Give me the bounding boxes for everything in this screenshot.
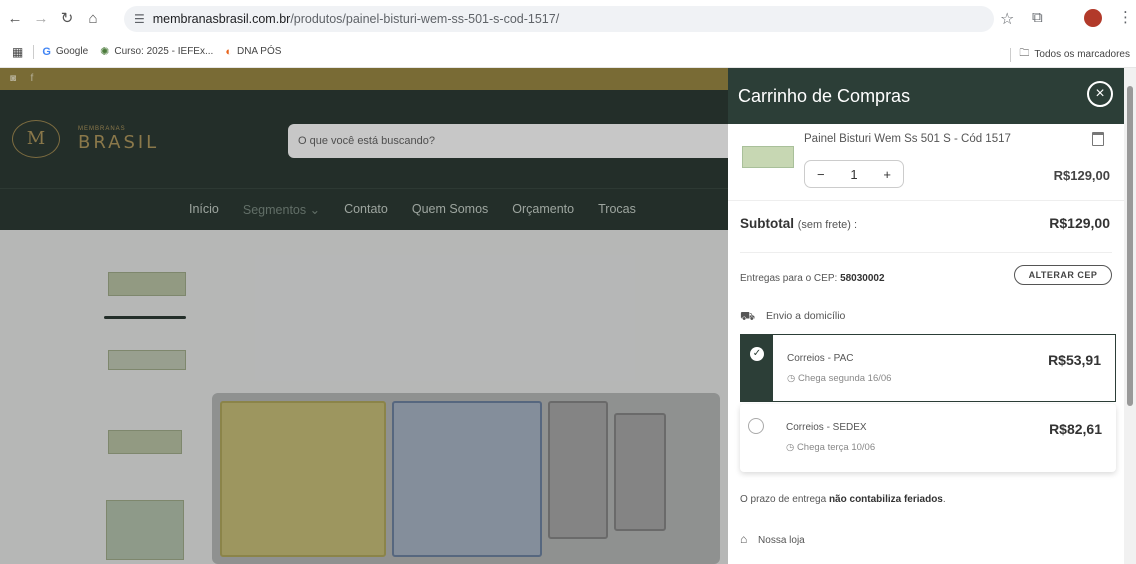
profile-avatar[interactable] <box>1084 9 1102 27</box>
delivery-notice-text: O prazo de entrega <box>740 494 827 505</box>
home-icon[interactable]: ⌂ <box>82 10 104 27</box>
clock-icon: ◷ <box>787 373 798 384</box>
cep-value: 58030002 <box>840 273 885 284</box>
globe-icon: ✺ <box>100 46 110 58</box>
subtotal-text: Subtotal <box>740 216 794 231</box>
delivery-notice-bold: não contabiliza feriados <box>828 494 943 505</box>
address-bar[interactable]: ☰ membranasbrasil.com.br /produtos/paine… <box>124 6 994 32</box>
bookmarks-bar: ▦ G Google ✺ Curso: 2025 - IEFEx... ◐ DN… <box>0 36 1136 68</box>
selected-marker: ✓ <box>741 335 773 401</box>
check-icon: ✓ <box>750 347 764 361</box>
shipping-name: Correios - SEDEX <box>786 422 867 433</box>
all-bookmarks-label: Todos os marcadores <box>1034 49 1130 60</box>
shipping-option-sedex[interactable]: Correios - SEDEX ◷ Chega terça 10/06 R$8… <box>740 404 1116 472</box>
bookmark-star-icon[interactable]: ☆ <box>1000 9 1014 29</box>
forward-icon[interactable]: → <box>30 10 52 27</box>
shipping-option-pac[interactable]: ✓ Correios - PAC ◷ Chega segunda 16/06 R… <box>740 334 1116 402</box>
shipping-eta: ◷ Chega terça 10/06 <box>786 442 875 453</box>
apps-icon[interactable]: ▦ <box>12 45 23 59</box>
scrollbar-thumb[interactable] <box>1127 86 1133 406</box>
clock-icon: ◷ <box>786 442 797 453</box>
cart-header: Carrinho de Compras × <box>728 68 1124 124</box>
shipping-eta: ◷ Chega segunda 16/06 <box>787 373 891 384</box>
radio-button[interactable] <box>748 418 764 434</box>
store-label: Nossa loja <box>758 535 805 546</box>
subtotal-note: (sem frete) : <box>797 219 858 231</box>
change-cep-button[interactable]: ALTERAR CEP <box>1014 265 1112 285</box>
shipping-price: R$82,61 <box>1049 421 1102 437</box>
cart-item-name[interactable]: Painel Bisturi Wem Ss 501 S - Cód 1517 <box>804 133 1011 145</box>
extensions-icon[interactable]: ⧉ <box>1032 9 1043 26</box>
subtotal-value: R$129,00 <box>1049 215 1110 231</box>
store-pickup[interactable]: ⌂ Nossa loja <box>740 532 1124 552</box>
site-info-icon[interactable]: ☰ <box>134 12 145 26</box>
shipping-eta-text: Chega terça 10/06 <box>796 442 876 453</box>
subtotal-row: Subtotal (sem frete) : R$129,00 <box>728 200 1124 246</box>
cep-row: Entregas para o CEP: 58030002 ALTERAR CE… <box>740 252 1112 304</box>
close-icon[interactable]: × <box>1087 81 1113 107</box>
bookmark-label: DNA PÓS <box>236 46 282 57</box>
quantity-value[interactable]: 1 <box>850 167 857 182</box>
url-path: /produtos/painel-bisturi-wem-ss-501-s-co… <box>290 12 560 26</box>
increase-button[interactable]: + <box>883 167 891 182</box>
cart-item: Painel Bisturi Wem Ss 501 S - Cód 1517 −… <box>728 124 1124 200</box>
bookmark-label: Curso: 2025 - IEFEx... <box>114 46 214 57</box>
cep-text: Entregas para o CEP: 58030002 <box>740 273 885 284</box>
store-icon: ⌂ <box>740 532 748 546</box>
menu-kebab-icon[interactable]: ⋮ <box>1118 8 1133 26</box>
delivery-notice: O prazo de entrega não contabiliza feria… <box>740 494 946 505</box>
cart-item-price: R$129,00 <box>1053 168 1110 183</box>
quantity-stepper: − 1 + <box>804 160 904 188</box>
cart-drawer: Carrinho de Compras × Painel Bisturi Wem… <box>728 68 1124 564</box>
cart-item-image[interactable] <box>742 146 794 168</box>
shipping-price: R$53,91 <box>1048 352 1101 368</box>
bookmark-dna[interactable]: ◐ DNA PÓS <box>225 46 281 58</box>
dna-icon: ◐ <box>225 45 232 58</box>
subtotal-label: Subtotal (sem frete) : <box>740 216 857 231</box>
decrease-button[interactable]: − <box>817 167 825 182</box>
page-overlay <box>0 68 728 564</box>
cart-title: Carrinho de Compras <box>738 86 911 106</box>
bookmark-label: Google <box>55 46 89 57</box>
page-scrollbar[interactable] <box>1124 68 1136 564</box>
truck-icon: ⛟ <box>740 309 756 323</box>
home-delivery-label: Envio a domicílio <box>766 310 846 322</box>
shipping-eta-text: Chega segunda 16/06 <box>797 373 892 384</box>
cep-prefix: Entregas para o CEP: <box>740 273 838 284</box>
shipping-name: Correios - PAC <box>787 353 854 364</box>
trash-icon[interactable] <box>1092 132 1104 146</box>
all-bookmarks[interactable]: 🗀 Todos os marcadores <box>998 46 1130 63</box>
google-g-icon: G <box>42 45 51 58</box>
home-delivery: ⛟ Envio a domicílio <box>740 304 1124 334</box>
folder-icon: 🗀 <box>1019 48 1030 59</box>
url-host: membranasbrasil.com.br <box>152 12 291 26</box>
bookmark-google[interactable]: G Google <box>42 46 88 58</box>
bookmark-curso[interactable]: ✺ Curso: 2025 - IEFEx... <box>100 45 213 58</box>
reload-icon[interactable]: ↻ <box>56 9 78 27</box>
back-icon[interactable]: ← <box>4 10 26 27</box>
